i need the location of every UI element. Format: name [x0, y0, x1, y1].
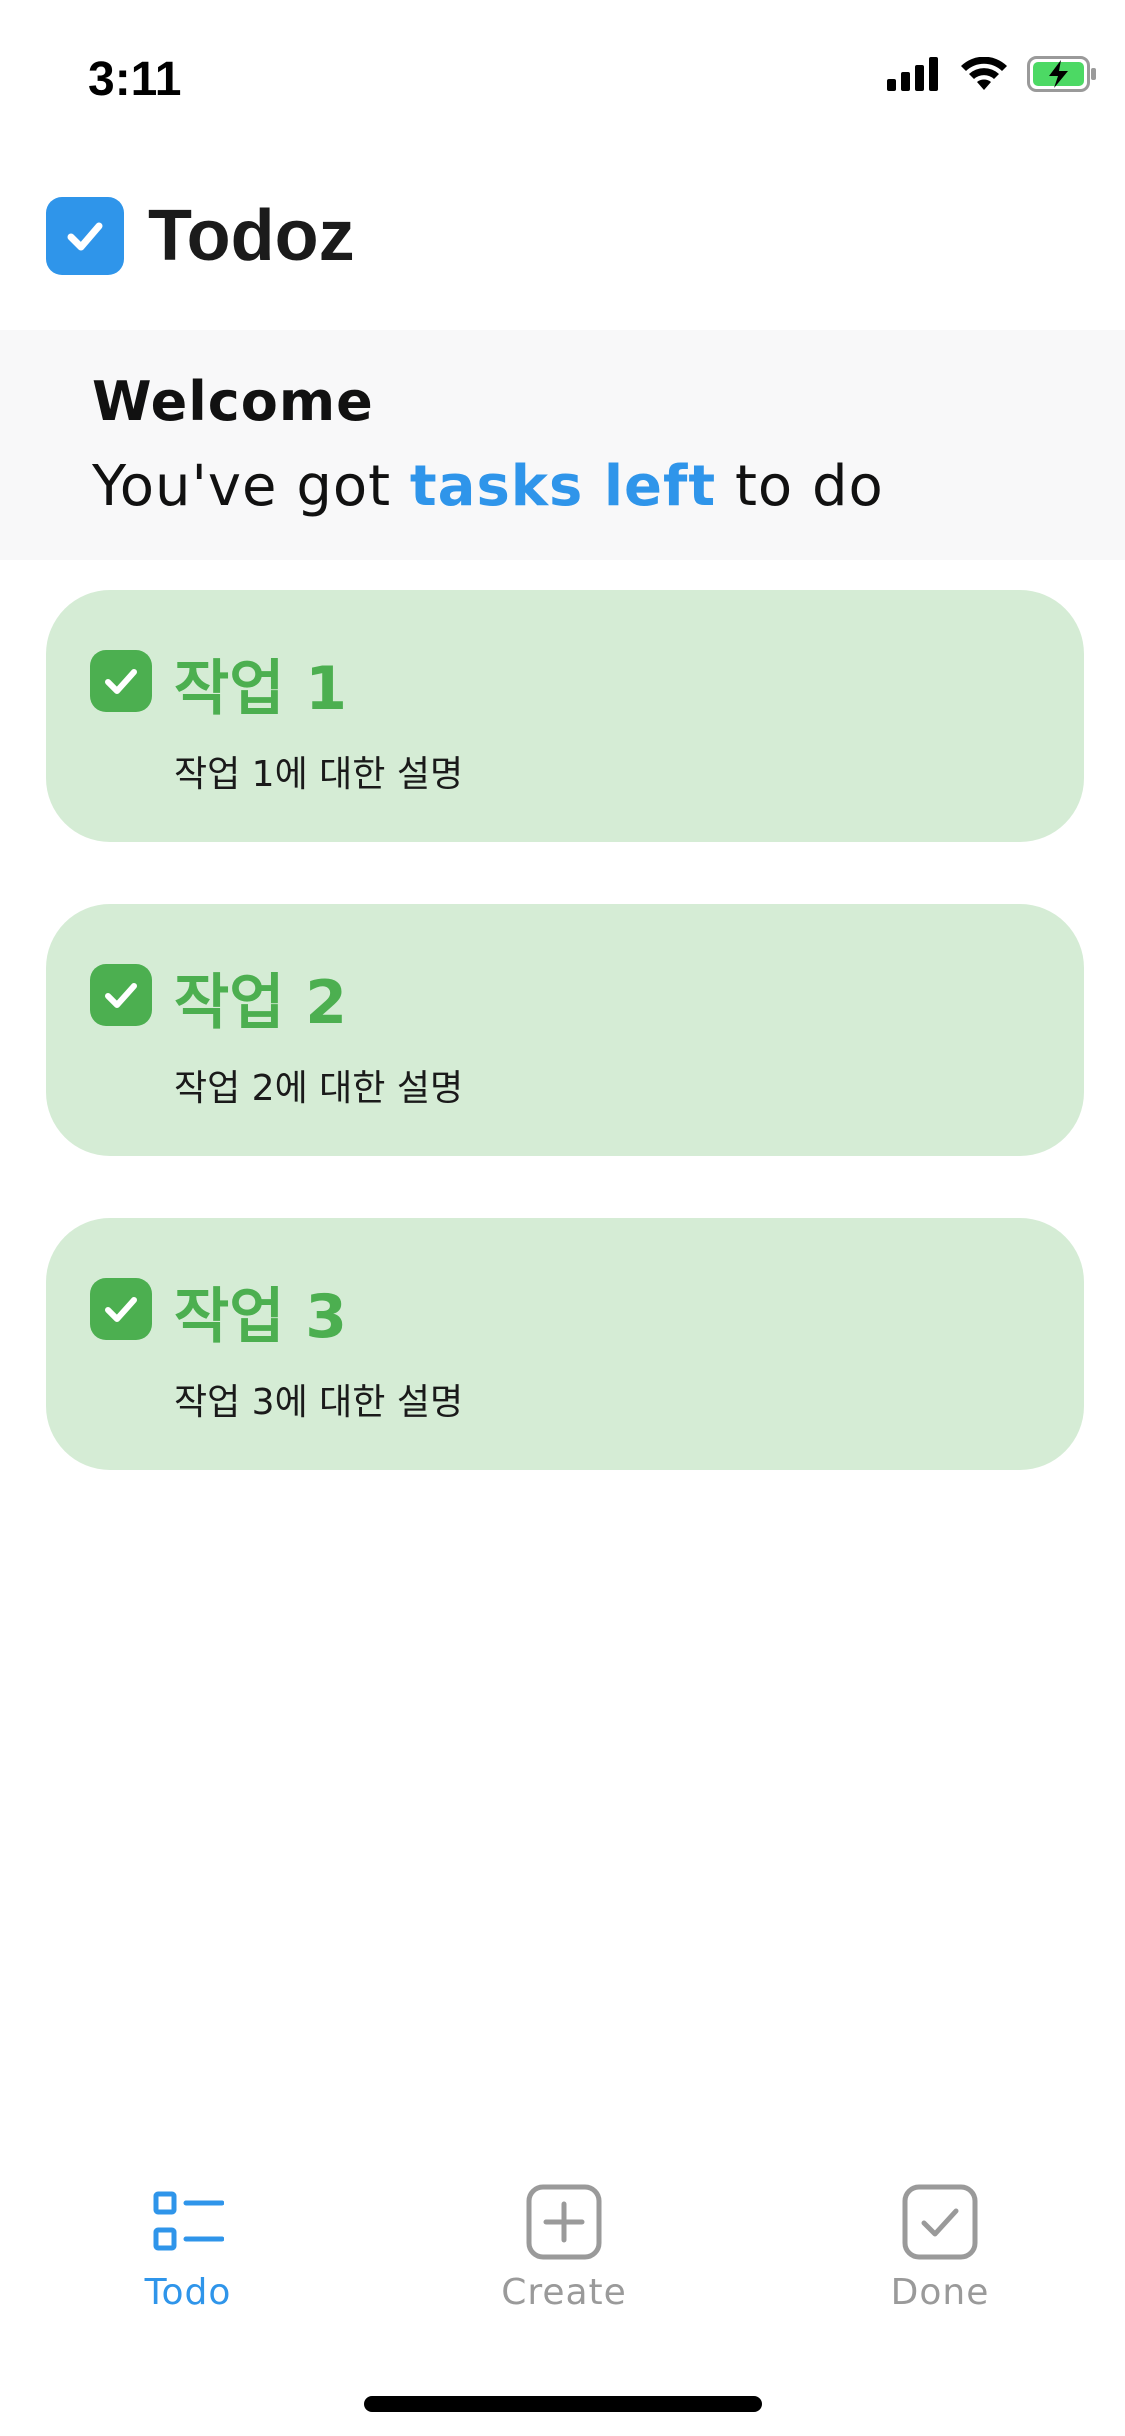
cellular-signal-icon — [887, 57, 941, 91]
checkbox-icon — [46, 197, 124, 275]
checkbox-checked-icon[interactable] — [90, 650, 152, 712]
battery-charging-icon — [1027, 56, 1097, 92]
app-title: Todoz — [148, 196, 355, 276]
checkbox-checked-icon[interactable] — [90, 1278, 152, 1340]
task-title: 작업 2 — [174, 968, 348, 1038]
app-header: Todoz — [46, 196, 355, 276]
wifi-icon — [961, 57, 1007, 91]
tab-create[interactable]: Create — [454, 2180, 674, 2340]
welcome-subtitle-highlight: tasks left — [409, 454, 717, 519]
status-time: 3:11 — [88, 53, 182, 106]
home-indicator[interactable] — [364, 2396, 762, 2412]
welcome-subtitle-prefix: You've got — [92, 454, 410, 519]
tab-done[interactable]: Done — [830, 2180, 1050, 2340]
task-description: 작업 2에 대한 설명 — [174, 1068, 464, 1109]
task-title: 작업 1 — [174, 654, 348, 724]
tab-label: Create — [501, 2272, 627, 2313]
checkbox-checked-icon[interactable] — [90, 964, 152, 1026]
welcome-subtitle: You've got tasks left to do — [92, 454, 884, 519]
tab-label: Done — [890, 2272, 990, 2313]
task-list: 작업 1 작업 1에 대한 설명 작업 2 작업 2에 대한 설명 작업 3 작… — [46, 590, 1084, 1532]
plus-square-icon — [526, 2180, 602, 2264]
welcome-title: Welcome — [92, 370, 374, 433]
status-bar: 3:11 — [0, 0, 1125, 150]
task-card[interactable]: 작업 3 작업 3에 대한 설명 — [46, 1218, 1084, 1470]
status-icons — [887, 56, 1097, 92]
welcome-section: Welcome You've got tasks left to do — [0, 330, 1125, 560]
check-square-icon — [902, 2180, 978, 2264]
task-card[interactable]: 작업 2 작업 2에 대한 설명 — [46, 904, 1084, 1156]
list-icon — [152, 2180, 224, 2264]
welcome-subtitle-suffix: to do — [716, 454, 884, 519]
task-description: 작업 1에 대한 설명 — [174, 754, 464, 795]
tab-todo[interactable]: Todo — [78, 2180, 298, 2340]
tab-label: Todo — [144, 2272, 232, 2313]
task-title: 작업 3 — [174, 1282, 348, 1352]
tab-bar: Todo Create Done — [0, 2180, 1125, 2340]
task-card[interactable]: 작업 1 작업 1에 대한 설명 — [46, 590, 1084, 842]
task-description: 작업 3에 대한 설명 — [174, 1382, 464, 1423]
